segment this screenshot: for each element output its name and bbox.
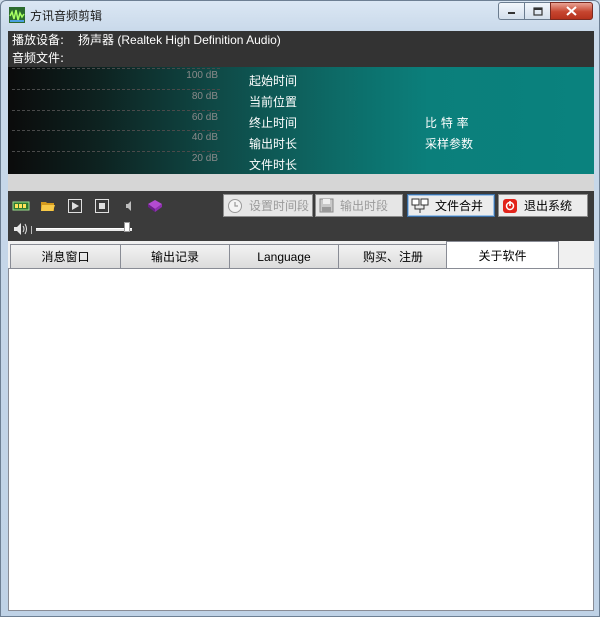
exit-button[interactable]: 退出系统 xyxy=(498,194,588,217)
file-line: 音频文件: xyxy=(12,50,64,67)
exit-label: 退出系统 xyxy=(524,199,573,213)
volume-slider-start xyxy=(31,226,32,234)
db-label: 20 dB xyxy=(191,153,218,164)
play-button[interactable] xyxy=(66,197,84,215)
tab-label: 输出记录 xyxy=(150,250,199,264)
db-gridline: 40 dB xyxy=(12,130,220,144)
output-duration-label: 输出时长 xyxy=(249,137,298,151)
merge-files-label: 文件合并 xyxy=(435,199,484,213)
volume-toggle-button[interactable] xyxy=(120,197,138,215)
tab-message-window[interactable]: 消息窗口 xyxy=(10,244,121,268)
set-time-range-button[interactable]: 设置时间段 xyxy=(223,194,313,217)
bitrate-label: 比 特 率 xyxy=(425,116,469,130)
output-segment-label: 输出时段 xyxy=(340,199,389,213)
speaker-icon xyxy=(13,222,29,238)
volume-slider[interactable] xyxy=(36,228,132,231)
tab-language[interactable]: Language xyxy=(229,244,339,268)
tab-label: 关于软件 xyxy=(478,249,527,263)
tab-content-panel xyxy=(8,268,594,611)
db-label: 60 dB xyxy=(191,112,218,123)
open-folder-icon xyxy=(41,202,55,211)
start-time-label: 起始时间 xyxy=(249,74,298,88)
stop-icon xyxy=(95,199,109,213)
device-line: 播放设备: 扬声器 (Realtek High Definition Audio) xyxy=(12,32,281,49)
clock-icon xyxy=(228,198,242,213)
minimize-button[interactable] xyxy=(498,2,524,20)
tab-label: 购买、注册 xyxy=(362,250,423,264)
close-button[interactable] xyxy=(550,2,593,20)
current-position-label: 当前位置 xyxy=(249,95,298,109)
save-disk-icon xyxy=(319,198,334,213)
db-gridline: 100 dB xyxy=(12,68,220,82)
volume-low-icon xyxy=(126,201,131,211)
db-gridline: 80 dB xyxy=(12,89,220,103)
tab-output-log[interactable]: 输出记录 xyxy=(120,244,230,268)
play-icon xyxy=(68,199,82,213)
exit-icon xyxy=(503,198,517,213)
main-window: 方讯音频剪辑 播放设备: 扬声器 (Realtek High Definition… xyxy=(0,0,600,617)
maximize-icon xyxy=(532,6,543,16)
help-book-button[interactable] xyxy=(146,197,164,215)
book-icon xyxy=(148,200,162,212)
file-label: 音频文件: xyxy=(12,51,65,65)
device-value: 扬声器 (Realtek High Definition Audio) xyxy=(78,33,281,47)
client-area: 播放设备: 扬声器 (Realtek High Definition Audio)… xyxy=(8,31,594,611)
window-title: 方讯音频剪辑 xyxy=(30,9,103,23)
maximize-button[interactable] xyxy=(524,2,550,20)
db-label: 40 dB xyxy=(191,132,218,143)
tab-purchase-register[interactable]: 购买、注册 xyxy=(338,244,448,268)
merge-files-button[interactable]: 文件合并 xyxy=(407,194,495,217)
tab-about[interactable]: 关于软件 xyxy=(446,241,559,269)
open-file-button[interactable] xyxy=(39,197,57,215)
output-segment-button[interactable]: 输出时段 xyxy=(315,194,403,217)
set-time-range-label: 设置时间段 xyxy=(249,199,310,213)
title-bar[interactable]: 方讯音频剪辑 xyxy=(1,1,599,29)
tab-label: 消息窗口 xyxy=(41,250,90,264)
db-gridline: 60 dB xyxy=(12,110,220,124)
end-time-label: 终止时间 xyxy=(249,116,298,130)
device-label: 播放设备: xyxy=(12,33,65,47)
close-icon xyxy=(566,6,577,16)
record-icon xyxy=(12,201,30,211)
window-controls xyxy=(498,2,593,20)
seek-strip[interactable] xyxy=(8,174,594,191)
db-label: 80 dB xyxy=(191,91,218,102)
volume-slider-thumb[interactable] xyxy=(124,222,130,232)
tab-label: Language xyxy=(257,249,311,264)
db-label: 100 dB xyxy=(186,70,218,81)
minimize-icon xyxy=(507,12,515,14)
db-gridline: 20 dB xyxy=(12,151,220,165)
stop-button[interactable] xyxy=(93,197,111,215)
info-bar: 播放设备: 扬声器 (Realtek High Definition Audio)… xyxy=(8,31,594,67)
app-waveform-icon xyxy=(9,7,25,23)
merge-icon xyxy=(411,198,429,213)
record-button[interactable] xyxy=(12,197,30,215)
tab-strip: 消息窗口 输出记录 Language 购买、注册 关于软件 xyxy=(8,241,594,269)
sample-params-label: 采样参数 xyxy=(425,137,474,151)
file-duration-label: 文件时长 xyxy=(249,158,298,172)
